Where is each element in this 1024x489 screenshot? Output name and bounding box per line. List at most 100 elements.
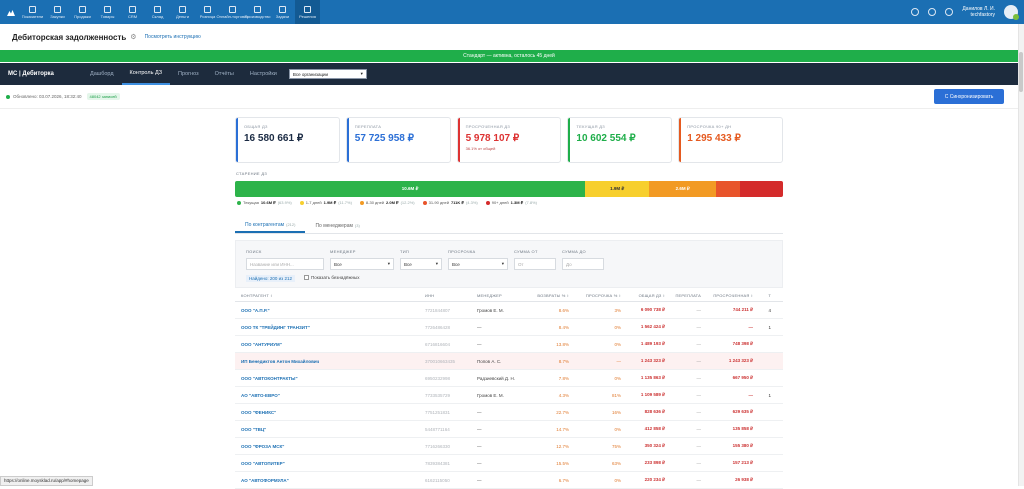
nav-item-2[interactable]: Продажи: [70, 0, 95, 24]
table-row[interactable]: ООО "АВТОКОНТРАКТЫ" 6950232998 Радзиевский…: [235, 370, 783, 387]
user-info[interactable]: Данилов Л. И. techfastory: [962, 6, 995, 18]
column-header[interactable]: ИНН: [425, 293, 477, 298]
counterparty-link[interactable]: ИП Бенедиктов Антон Михайлович: [235, 359, 425, 364]
user-company: techfastory: [970, 12, 995, 18]
sum-to-placeholder: До: [566, 261, 572, 267]
tab-3[interactable]: Отчёты: [207, 63, 242, 85]
status-url: https://online.moysklad.ru/app/#homepage: [0, 476, 93, 486]
tab-2[interactable]: Прогноз: [170, 63, 207, 85]
table-row[interactable]: ООО "ТВЦ" 5448771164 — 14.7% 0% 412 858 ₽ — 135…: [235, 421, 783, 438]
debtors-table: КОНТРАГЕНТ ↕ ИНН МЕНЕДЖЕР ВОЗВРАТЫ % ↕ ПРОСР…: [235, 290, 783, 489]
organization-select[interactable]: Все организации ▾: [288, 69, 367, 79]
overdue-amount-cell: —: [748, 324, 754, 330]
column-header[interactable]: Т: [753, 293, 771, 298]
cloud-logo-icon[interactable]: [0, 0, 20, 24]
overpay-cell: —: [696, 341, 702, 347]
nav-item-1[interactable]: Закупки: [45, 0, 70, 24]
nav-item-8[interactable]: Онлайн-торговля: [216, 0, 249, 24]
counterparty-link[interactable]: ООО "ФЕНИКС": [235, 410, 425, 415]
updated-time: Обновлено: 03.07.2026, 18:32:40: [13, 94, 82, 99]
table-row[interactable]: АО "АВТО-ЕВРО" 7733535729 Громов Е. М. 4.3%…: [235, 387, 783, 404]
avatar[interactable]: [1004, 5, 1019, 20]
column-header[interactable]: ПРОСРОЧЕННАЯ ↕: [701, 293, 753, 298]
factory-icon: [254, 5, 261, 13]
nav-item-0[interactable]: Показатели: [20, 0, 45, 24]
table-row[interactable]: ООО "А.П.Р." 7721844807 Громов Е. М. 8.6% 3%…: [235, 302, 783, 319]
overpay-cell: —: [696, 460, 702, 466]
sum-from-input[interactable]: От: [514, 258, 556, 270]
aging-segment: [739, 181, 783, 197]
nav-item-5[interactable]: Склад: [145, 0, 170, 24]
gear-icon[interactable]: ⚙: [130, 33, 136, 41]
counterparty-link[interactable]: ООО ТК "ТРЕЙДИНГ ТРАНЗИТ": [235, 325, 425, 330]
kpi-card: ТЕКУЩАЯ ДЗ 10 602 554 ₽: [567, 117, 673, 163]
counterparty-link[interactable]: ООО "АВТОКОНТРАКТЫ": [235, 376, 425, 381]
help-link[interactable]: Посмотреть инструкцию: [145, 34, 201, 40]
tab-0[interactable]: Дашборд: [82, 63, 122, 85]
detail-tab-1[interactable]: По менеджерам (3): [305, 218, 369, 233]
sum-to-label: СУММА ДО: [562, 249, 586, 254]
nav-item-11[interactable]: Решения: [295, 0, 320, 24]
total-debt-cell: 828 636 ₽: [644, 409, 665, 414]
app-tabs: Дашборд Контроль ДЗ Прогноз Отчёты Настройки: [82, 63, 285, 85]
detail-tab-0[interactable]: По контрагентам (212): [235, 218, 306, 233]
chevron-down-icon: ▾: [360, 71, 363, 76]
nav-item-9[interactable]: Производство: [244, 0, 271, 24]
sync-button[interactable]: С Синхронизировать: [934, 89, 1004, 104]
column-header[interactable]: ПРОСРОЧКА % ↕: [569, 293, 621, 298]
bag-icon: [79, 5, 86, 13]
table-row[interactable]: ИП Бенедиктов Антон Михайлович 3700106634…: [235, 353, 783, 370]
counterparty-link[interactable]: АО "АВТО-ЕВРО": [235, 393, 425, 398]
overdue-pct-cell: 0%: [614, 341, 621, 347]
type-select[interactable]: Все ▾: [400, 258, 442, 270]
table-row[interactable]: ООО "ФРОЗА МСК" 7716266330 — 12.7% 75% 350 32…: [235, 438, 783, 455]
checkbox-box-icon[interactable]: [304, 275, 309, 280]
table-row[interactable]: ООО "ФЕНИКС" 7751251831 — 22.7% 16% 828 636 ₽…: [235, 404, 783, 421]
tab-4[interactable]: Настройки: [242, 63, 285, 85]
counterparty-link[interactable]: ООО "АНТУРИУМ": [235, 342, 425, 347]
manager-select[interactable]: Все ▾: [330, 258, 394, 270]
overdue-pct-cell: 63%: [611, 460, 621, 466]
store-icon: [204, 5, 211, 13]
kpi-value: 5 978 107 ₽: [465, 133, 520, 144]
overdue-select[interactable]: Все ▾: [448, 258, 508, 270]
extra-cell: 1: [768, 324, 771, 330]
counterparty-link[interactable]: ООО "ТВЦ": [235, 427, 425, 432]
counterparty-link[interactable]: АО "АВТОФОРМУЛА": [235, 478, 425, 483]
overpay-cell: —: [696, 307, 702, 313]
search-input[interactable]: Название или ИНН...: [246, 258, 324, 270]
table-row[interactable]: ООО ТК "ТРЕЙДИНГ ТРАНЗИТ" 7726486428 — 8.4%…: [235, 319, 783, 336]
counterparty-link[interactable]: ООО "А.П.Р.": [235, 308, 425, 313]
counterparty-link[interactable]: ООО "АВТОПИТЕР": [235, 461, 425, 466]
column-header[interactable]: ПЕРЕПЛАТА: [665, 293, 701, 298]
detail-tab-count: (3): [354, 223, 360, 228]
nav-item-label: Товары: [100, 13, 115, 19]
column-header[interactable]: ВОЗВРАТЫ % ↕: [525, 293, 569, 298]
page-scrollbar[interactable]: [1018, 24, 1024, 486]
column-header[interactable]: МЕНЕДЖЕР: [477, 293, 525, 298]
column-header[interactable]: КОНТРАГЕНТ ↕: [235, 293, 425, 298]
table-row[interactable]: ООО "АНТУРИУМ" 6716816604 — 13.8% 0% 1 489 19…: [235, 336, 783, 353]
bell-icon[interactable]: [928, 8, 937, 16]
tab-1[interactable]: Контроль ДЗ: [121, 63, 171, 85]
manager-cell: Радзиевский Д. Н.: [477, 375, 515, 381]
sum-to-input[interactable]: До: [562, 258, 604, 270]
legend-pct: (12.2%): [400, 200, 415, 205]
nav-item-10[interactable]: Задачи: [270, 0, 295, 24]
nav-item-6[interactable]: Деньги: [170, 0, 195, 24]
chat-icon[interactable]: [911, 8, 920, 16]
counterparty-link[interactable]: ООО "ФРОЗА МСК": [235, 444, 425, 449]
nav-item-3[interactable]: Товары: [95, 0, 120, 24]
kpi-card-accent: [457, 118, 460, 162]
nav-item-7[interactable]: Розница: [195, 0, 220, 24]
legend-pct: (63.9%): [277, 200, 292, 205]
table-row[interactable]: АО "АВТОФОРМУЛА" 6162115050 — 6.7% 0% 220 234…: [235, 472, 783, 489]
nav-item-4[interactable]: CRM: [120, 0, 145, 24]
overdue-amount-cell: 26 938 ₽: [735, 477, 753, 482]
column-header[interactable]: ОБЩАЯ ДЗ ↕: [621, 293, 665, 298]
table-row[interactable]: ООО "АВТОПИТЕР" 7839384381 — 15.5% 63% 233 89…: [235, 455, 783, 472]
help-icon[interactable]: [945, 8, 954, 16]
show-no-debt-checkbox[interactable]: Показать безнадёжных: [304, 275, 359, 280]
scrollbar-thumb[interactable]: [1019, 52, 1023, 92]
overdue-pct-cell: 3%: [614, 307, 621, 313]
